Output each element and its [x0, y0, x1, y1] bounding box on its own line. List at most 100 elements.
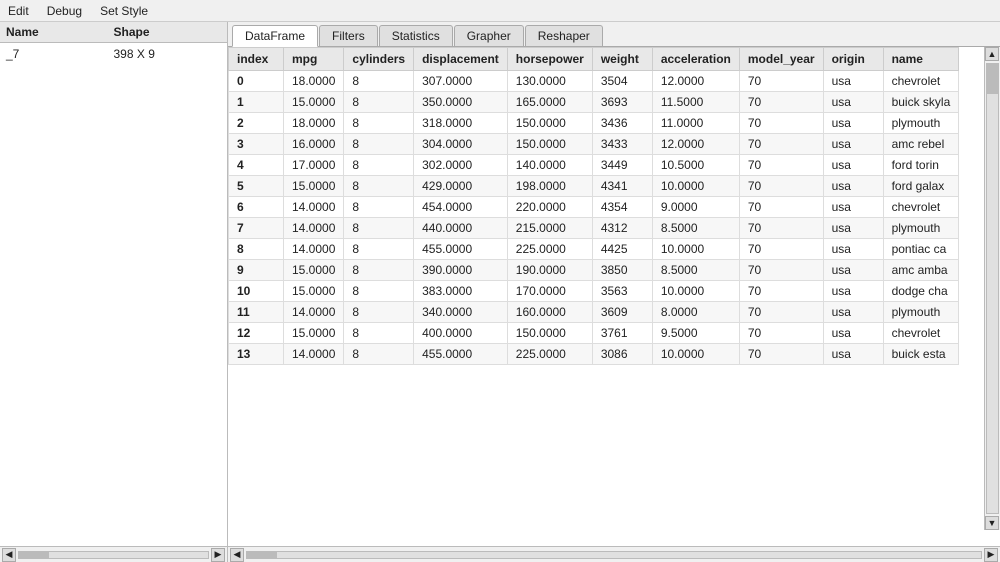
col-acceleration: acceleration: [652, 48, 739, 71]
tab-filters[interactable]: Filters: [319, 25, 378, 46]
cell-7-8: usa: [823, 218, 883, 239]
hscroll-track[interactable]: [246, 551, 982, 559]
tab-reshaper[interactable]: Reshaper: [525, 25, 603, 46]
cell-2-4: 150.0000: [507, 113, 592, 134]
tab-statistics[interactable]: Statistics: [379, 25, 453, 46]
table-row[interactable]: 218.00008318.0000150.0000343611.000070us…: [229, 113, 959, 134]
cell-10-4: 170.0000: [507, 281, 592, 302]
cell-5-1: 15.0000: [284, 176, 344, 197]
left-panel: Name Shape _7 398 X 9 ◀ ▶: [0, 22, 228, 562]
cell-12-2: 8: [344, 323, 414, 344]
cell-4-3: 302.0000: [414, 155, 508, 176]
table-row[interactable]: 614.00008454.0000220.000043549.000070usa…: [229, 197, 959, 218]
cell-1-9: buick skyla: [883, 92, 959, 113]
menu-setstyle[interactable]: Set Style: [96, 2, 152, 20]
cell-2-1: 18.0000: [284, 113, 344, 134]
cell-10-2: 8: [344, 281, 414, 302]
hscroll-left[interactable]: ◀: [230, 548, 244, 562]
col-horsepower: horsepower: [507, 48, 592, 71]
cell-11-4: 160.0000: [507, 302, 592, 323]
cell-7-5: 4312: [592, 218, 652, 239]
table-row[interactable]: 515.00008429.0000198.0000434110.000070us…: [229, 176, 959, 197]
vscroll-track[interactable]: [986, 63, 999, 514]
cell-2-5: 3436: [592, 113, 652, 134]
cell-0-0: 0: [229, 71, 284, 92]
vscroll-up[interactable]: ▲: [985, 47, 999, 61]
tab-grapher[interactable]: Grapher: [454, 25, 524, 46]
scroll-right-arrow[interactable]: ▶: [211, 548, 225, 562]
cell-9-7: 70: [739, 260, 823, 281]
cell-3-7: 70: [739, 134, 823, 155]
hscroll-thumb: [247, 552, 277, 558]
table-scroll-area[interactable]: indexmpgcylindersdisplacementhorsepowerw…: [228, 47, 1000, 546]
cell-1-8: usa: [823, 92, 883, 113]
cell-0-7: 70: [739, 71, 823, 92]
table-row[interactable]: 714.00008440.0000215.000043128.500070usa…: [229, 218, 959, 239]
cell-10-1: 15.0000: [284, 281, 344, 302]
cell-0-3: 307.0000: [414, 71, 508, 92]
hscroll-right[interactable]: ▶: [984, 548, 998, 562]
main-layout: Name Shape _7 398 X 9 ◀ ▶ DataFrameFilte…: [0, 22, 1000, 562]
table-row[interactable]: 1215.00008400.0000150.000037619.500070us…: [229, 323, 959, 344]
cell-2-0: 2: [229, 113, 284, 134]
horizontal-scrollbar: ◀ ▶: [228, 546, 1000, 562]
tabs: DataFrameFiltersStatisticsGrapherReshape…: [228, 22, 1000, 47]
cell-8-6: 10.0000: [652, 239, 739, 260]
cell-9-0: 9: [229, 260, 284, 281]
cell-4-6: 10.5000: [652, 155, 739, 176]
cell-4-8: usa: [823, 155, 883, 176]
table-row[interactable]: 417.00008302.0000140.0000344910.500070us…: [229, 155, 959, 176]
cell-3-1: 16.0000: [284, 134, 344, 155]
cell-0-2: 8: [344, 71, 414, 92]
col-name: name: [883, 48, 959, 71]
col-origin: origin: [823, 48, 883, 71]
col-header-shape: Shape: [114, 25, 222, 39]
cell-13-8: usa: [823, 344, 883, 365]
cell-8-3: 455.0000: [414, 239, 508, 260]
cell-3-3: 304.0000: [414, 134, 508, 155]
cell-0-9: chevrolet: [883, 71, 959, 92]
table-row[interactable]: 915.00008390.0000190.000038508.500070usa…: [229, 260, 959, 281]
table-row[interactable]: 316.00008304.0000150.0000343312.000070us…: [229, 134, 959, 155]
cell-1-3: 350.0000: [414, 92, 508, 113]
cell-8-5: 4425: [592, 239, 652, 260]
cell-6-2: 8: [344, 197, 414, 218]
vscroll-thumb: [987, 64, 998, 94]
menu-debug[interactable]: Debug: [43, 2, 86, 20]
cell-6-0: 6: [229, 197, 284, 218]
cell-7-2: 8: [344, 218, 414, 239]
table-row[interactable]: 1314.00008455.0000225.0000308610.000070u…: [229, 344, 959, 365]
cell-8-1: 14.0000: [284, 239, 344, 260]
table-row[interactable]: 1114.00008340.0000160.000036098.000070us…: [229, 302, 959, 323]
table-container: indexmpgcylindersdisplacementhorsepowerw…: [228, 47, 1000, 546]
cell-6-4: 220.0000: [507, 197, 592, 218]
scroll-left-arrow[interactable]: ◀: [2, 548, 16, 562]
menu-bar: Edit Debug Set Style: [0, 0, 1000, 22]
table-row[interactable]: 1015.00008383.0000170.0000356310.000070u…: [229, 281, 959, 302]
cell-4-7: 70: [739, 155, 823, 176]
cell-11-6: 8.0000: [652, 302, 739, 323]
cell-8-2: 8: [344, 239, 414, 260]
cell-0-1: 18.0000: [284, 71, 344, 92]
table-row[interactable]: 115.00008350.0000165.0000369311.500070us…: [229, 92, 959, 113]
cell-9-8: usa: [823, 260, 883, 281]
cell-5-8: usa: [823, 176, 883, 197]
cell-4-1: 17.0000: [284, 155, 344, 176]
table-row[interactable]: 018.00008307.0000130.0000350412.000070us…: [229, 71, 959, 92]
cell-3-8: usa: [823, 134, 883, 155]
tab-dataframe[interactable]: DataFrame: [232, 25, 318, 47]
cell-12-5: 3761: [592, 323, 652, 344]
cell-9-1: 15.0000: [284, 260, 344, 281]
col-header-name: Name: [6, 25, 114, 39]
cell-12-0: 12: [229, 323, 284, 344]
vscroll-down[interactable]: ▼: [985, 516, 999, 530]
cell-3-9: amc rebel: [883, 134, 959, 155]
item-shape: 398 X 9: [114, 47, 222, 61]
list-item[interactable]: _7 398 X 9: [6, 45, 221, 63]
cell-13-0: 13: [229, 344, 284, 365]
cell-2-7: 70: [739, 113, 823, 134]
table-row[interactable]: 814.00008455.0000225.0000442510.000070us…: [229, 239, 959, 260]
cell-2-8: usa: [823, 113, 883, 134]
scroll-track[interactable]: [18, 551, 209, 559]
menu-edit[interactable]: Edit: [4, 2, 33, 20]
